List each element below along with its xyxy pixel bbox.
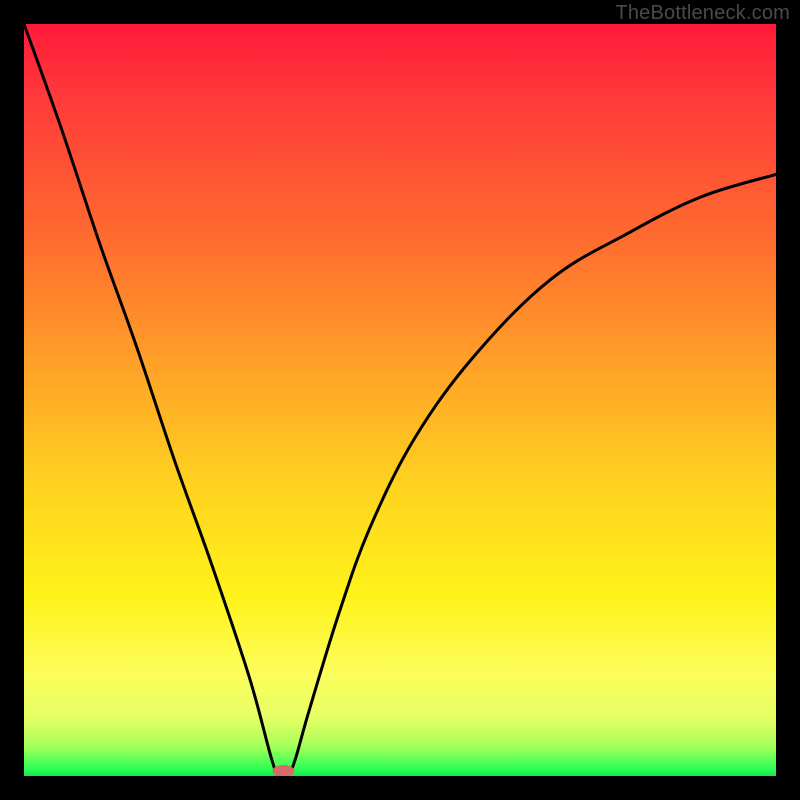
curve-svg — [24, 24, 776, 776]
chart-frame: TheBottleneck.com — [0, 0, 800, 800]
plot-area — [24, 24, 776, 776]
attribution-text: TheBottleneck.com — [615, 2, 790, 25]
valley-marker — [272, 765, 294, 776]
bottleneck-curve-path — [24, 24, 776, 776]
